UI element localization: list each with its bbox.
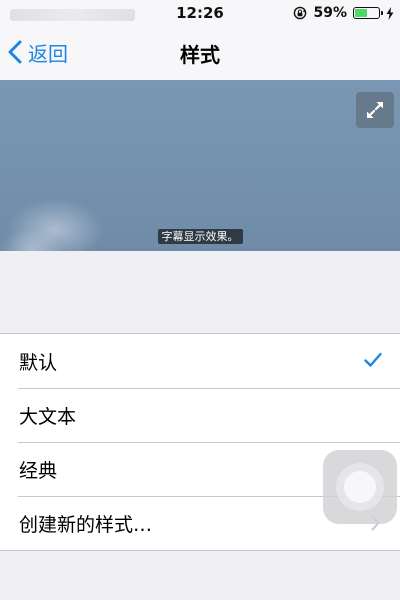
subtitle-preview: 字幕显示效果。	[0, 80, 400, 251]
subtitle-text: 字幕显示效果。	[157, 229, 243, 244]
style-label: 大文本	[19, 405, 77, 428]
battery-icon	[353, 7, 383, 19]
battery-fill	[355, 9, 367, 17]
status-bar: 12:26 59%	[0, 0, 400, 28]
style-label: 创建新的样式…	[19, 513, 153, 536]
assistive-touch-button[interactable]	[323, 450, 397, 524]
navigation-bar: 返回 样式	[0, 28, 400, 80]
expand-icon	[367, 102, 383, 118]
status-right: 59%	[293, 4, 394, 22]
screen: 12:26 59% 返回 样式 字幕显示效果。 默认 大文本 经典 创建新的样式…	[0, 0, 400, 600]
style-row-large-text[interactable]: 大文本	[0, 388, 400, 442]
top-bar: 12:26 59% 返回 样式	[0, 0, 400, 81]
checkmark-icon	[364, 352, 382, 367]
fullscreen-button[interactable]	[356, 92, 394, 128]
rotation-lock-icon	[294, 6, 307, 20]
page-title: 样式	[180, 43, 220, 67]
style-label: 默认	[19, 351, 58, 374]
charging-bolt-icon	[386, 6, 394, 20]
style-label: 经典	[19, 459, 58, 482]
assistive-touch-center	[344, 471, 376, 503]
style-row-default[interactable]: 默认	[0, 334, 400, 388]
subtitle-sample: 字幕显示效果。	[0, 225, 400, 244]
battery-percent: 59%	[313, 5, 347, 21]
